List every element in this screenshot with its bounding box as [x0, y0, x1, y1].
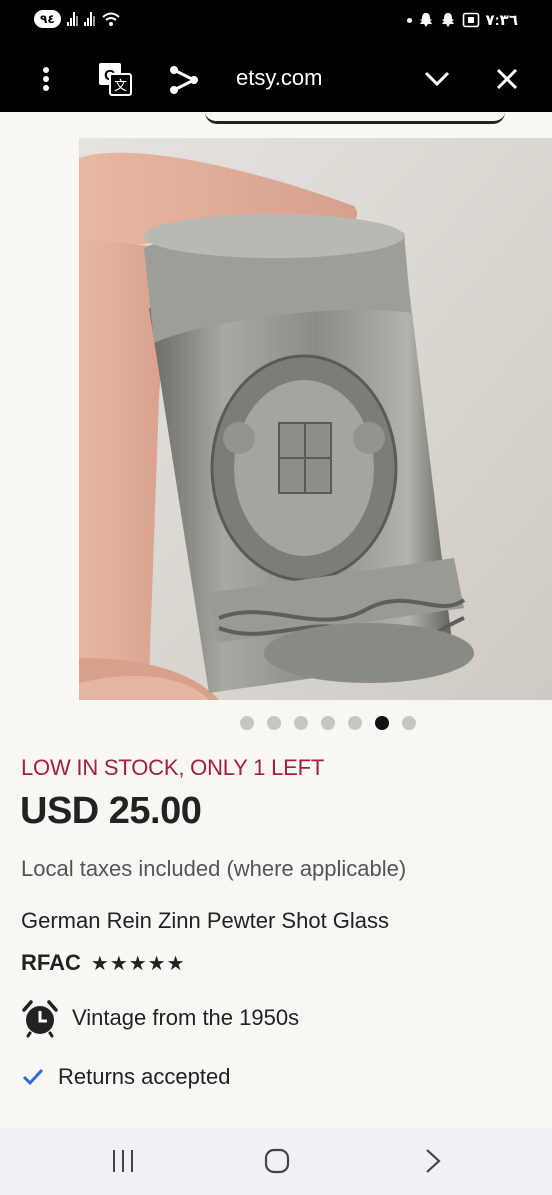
vintage-text: Vintage from the 1950s	[72, 1005, 300, 1030]
carousel-dot[interactable]	[348, 716, 362, 730]
status-left: ٩٤	[34, 10, 121, 28]
shop-row[interactable]: RFAC ★★★★★	[21, 950, 186, 976]
translate-icon[interactable]: G 文	[98, 62, 132, 96]
carousel-dot[interactable]	[321, 716, 335, 730]
vintage-row: Vintage from the 1950s	[20, 998, 299, 1038]
share-icon[interactable]	[168, 64, 200, 96]
snapchat-icon-2	[441, 13, 454, 27]
status-right: ٧:٣٦	[406, 11, 518, 29]
carousel-dot[interactable]	[402, 716, 416, 730]
carousel-dot[interactable]	[375, 716, 389, 730]
status-bar: ٩٤ ٧:٣٦	[0, 0, 552, 44]
carousel-dots[interactable]	[240, 716, 416, 730]
signal-icon	[66, 12, 78, 26]
returns-row: Returns accepted	[22, 1064, 230, 1090]
more-vert-icon[interactable]	[40, 66, 52, 92]
notification-dot-icon	[406, 17, 412, 23]
battery-indicator: ٩٤	[34, 10, 61, 28]
star-rating: ★★★★★	[90, 952, 186, 975]
check-icon	[22, 1068, 44, 1086]
product-image-art	[79, 138, 552, 700]
back-icon[interactable]	[424, 1148, 442, 1174]
close-icon[interactable]	[496, 68, 518, 90]
alarm-clock-icon	[22, 1000, 58, 1038]
svg-text:文: 文	[114, 78, 127, 93]
snapchat-icon	[419, 13, 432, 27]
carousel-dot[interactable]	[294, 716, 308, 730]
product-image[interactable]	[79, 138, 552, 700]
header-shadow	[205, 112, 505, 124]
url-text[interactable]: etsy.com	[236, 65, 322, 91]
carousel-dot[interactable]	[240, 716, 254, 730]
tax-note: Local taxes included (where applicable)	[21, 856, 407, 881]
browser-toolbar: G 文 etsy.com	[0, 44, 552, 112]
price: USD 25.00	[20, 790, 202, 832]
stock-notice: LOW IN STOCK, ONLY 1 LEFT	[21, 755, 325, 780]
signal-icon-2	[83, 12, 95, 26]
home-icon[interactable]	[264, 1148, 290, 1174]
clock: ٧:٣٦	[485, 12, 518, 29]
returns-text: Returns accepted	[58, 1064, 231, 1089]
wifi-icon	[101, 12, 120, 26]
system-nav-bar	[0, 1128, 552, 1195]
shop-name[interactable]: RFAC	[21, 950, 81, 976]
screen-record-icon	[462, 12, 479, 28]
product-title: German Rein Zinn Pewter Shot Glass	[21, 908, 390, 933]
recent-apps-icon[interactable]	[111, 1148, 135, 1174]
carousel-dot[interactable]	[267, 716, 281, 730]
chevron-down-icon[interactable]	[424, 70, 450, 88]
page-header-strip	[0, 112, 552, 138]
